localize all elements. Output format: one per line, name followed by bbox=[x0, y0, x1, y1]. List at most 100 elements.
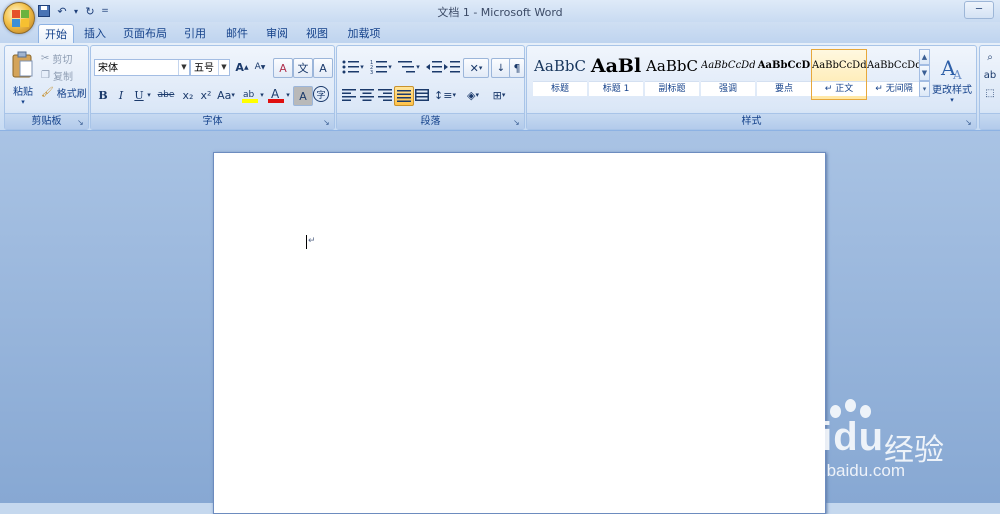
font-name-value: 宋体 bbox=[98, 63, 118, 74]
show-marks-button[interactable]: ¶ bbox=[509, 58, 525, 78]
character-border-button[interactable]: A bbox=[313, 58, 333, 78]
find-icon[interactable]: ⌕ bbox=[982, 50, 998, 64]
cut-button[interactable]: ✂ 剪切 bbox=[41, 50, 72, 66]
style-normal[interactable]: AaBbCcDd ↵ 正文 bbox=[811, 49, 867, 100]
align-left-button[interactable] bbox=[340, 86, 358, 104]
tab-mailings[interactable]: 邮件 bbox=[222, 24, 252, 43]
scroll-down-icon[interactable]: ▼ bbox=[919, 65, 930, 81]
dialog-launcher-icon[interactable]: ↘ bbox=[323, 118, 332, 127]
style-subtitle[interactable]: AaBbC 副标题 bbox=[644, 49, 700, 100]
cut-label: 剪切 bbox=[52, 54, 73, 66]
increase-indent-button[interactable] bbox=[443, 58, 461, 76]
clear-formatting-button[interactable]: A bbox=[273, 58, 293, 78]
tab-references[interactable]: 引用 bbox=[180, 24, 210, 43]
shading-button[interactable]: ◈ ▾ bbox=[461, 86, 485, 104]
paste-dropdown-icon[interactable]: ▾ bbox=[21, 98, 25, 106]
dialog-launcher-icon[interactable]: ↘ bbox=[965, 118, 974, 127]
paragraph-group-label: 段落 bbox=[337, 113, 524, 129]
shrink-font-button[interactable]: A ▼ bbox=[251, 58, 269, 76]
borders-button[interactable]: ⊞ ▾ bbox=[487, 86, 511, 104]
enclose-characters-button[interactable]: 字 bbox=[313, 86, 329, 102]
align-right-icon bbox=[378, 89, 392, 101]
numbering-button[interactable]: 123 ▾ bbox=[368, 58, 394, 76]
office-button[interactable] bbox=[3, 2, 35, 34]
copy-label: 复制 bbox=[52, 71, 73, 83]
font-size-combo[interactable]: 五号 ▼ bbox=[190, 59, 230, 76]
format-painter-button[interactable]: 🖌 格式刷 bbox=[41, 84, 87, 100]
line-spacing-button[interactable]: ↕≡ ▾ bbox=[433, 86, 457, 104]
multilevel-list-icon bbox=[398, 61, 416, 73]
style-heading-1[interactable]: AaBl 标题 1 bbox=[588, 49, 644, 100]
style-preview: AaBbCcDd bbox=[867, 60, 921, 71]
change-styles-button[interactable]: AA 更改样式 ▾ bbox=[930, 48, 974, 110]
style-title[interactable]: AaBbC 标题 bbox=[532, 49, 588, 100]
highlight-dropdown-icon[interactable]: ▾ bbox=[257, 86, 267, 104]
chinese-layout-button[interactable]: ✕ ▾ bbox=[463, 58, 489, 78]
office-logo-pane bbox=[12, 19, 20, 27]
strikethrough-button[interactable]: abe bbox=[155, 86, 177, 104]
customize-qat-icon[interactable]: = bbox=[100, 3, 110, 19]
borders-icon: ⊞ bbox=[492, 88, 502, 102]
styles-gallery-scroll: ▲ ▼ ▾ bbox=[919, 49, 930, 100]
undo-dropdown-icon[interactable]: ▾ bbox=[72, 3, 80, 19]
justify-icon bbox=[397, 90, 411, 102]
copy-icon: ❐ bbox=[41, 69, 50, 81]
character-shading-icon: A bbox=[299, 89, 307, 103]
bullets-button[interactable]: ▾ bbox=[340, 58, 366, 76]
ribbon: 粘贴 ▾ ✂ 剪切 ❐ 复制 🖌 格式刷 剪贴板 ↘ 宋体 ▼ 五号 ▼ A ▲ A ▼ A … bbox=[0, 43, 1000, 131]
tab-addins[interactable]: 加载项 bbox=[344, 24, 384, 43]
save-icon[interactable] bbox=[36, 3, 52, 19]
tab-view[interactable]: 视图 bbox=[302, 24, 332, 43]
tab-home[interactable]: 开始 bbox=[38, 24, 74, 44]
phonetic-guide-button[interactable]: 文 bbox=[293, 58, 313, 78]
document-page[interactable]: ↵ bbox=[213, 152, 826, 514]
style-strong[interactable]: AaBbCcD 要点 bbox=[756, 49, 812, 100]
watermark-logo-text-2: du bbox=[833, 415, 885, 459]
change-case-button[interactable]: Aa ▾ bbox=[215, 86, 237, 104]
align-left-icon bbox=[342, 89, 356, 101]
style-preview: AaBbC bbox=[534, 57, 586, 75]
tab-insert[interactable]: 插入 bbox=[80, 24, 110, 43]
select-icon[interactable]: ⬚ bbox=[982, 86, 998, 100]
italic-button[interactable]: I bbox=[112, 86, 130, 104]
window-controls[interactable]: ─ bbox=[964, 1, 994, 19]
chevron-down-icon[interactable]: ▼ bbox=[218, 60, 229, 75]
svg-text:ab: ab bbox=[243, 90, 255, 100]
justify-button[interactable] bbox=[394, 86, 414, 106]
copy-button[interactable]: ❐ 复制 bbox=[41, 67, 73, 83]
italic-icon: I bbox=[118, 88, 124, 102]
line-spacing-icon: ↕≡ bbox=[434, 88, 453, 102]
paste-button[interactable]: 粘贴 ▾ bbox=[8, 48, 38, 108]
style-preview: AaBbC bbox=[646, 57, 698, 75]
bold-button[interactable]: B bbox=[94, 86, 112, 104]
decrease-indent-button[interactable] bbox=[425, 58, 443, 76]
redo-icon[interactable]: ↻ bbox=[82, 3, 98, 19]
align-right-button[interactable] bbox=[376, 86, 394, 104]
underline-icon: U bbox=[134, 88, 144, 102]
distributed-button[interactable] bbox=[413, 86, 431, 104]
character-shading-button[interactable]: A bbox=[293, 86, 313, 106]
superscript-button[interactable]: x² bbox=[197, 86, 215, 104]
grow-font-button[interactable]: A ▲ bbox=[233, 58, 251, 76]
dialog-launcher-icon[interactable]: ↘ bbox=[513, 118, 522, 127]
underline-dropdown-icon[interactable]: ▾ bbox=[144, 86, 154, 104]
style-preview: AaBbCcDd bbox=[701, 60, 755, 71]
tab-review[interactable]: 审阅 bbox=[262, 24, 292, 43]
chevron-down-icon[interactable]: ▼ bbox=[178, 60, 189, 75]
align-center-button[interactable] bbox=[358, 86, 376, 104]
font-name-combo[interactable]: 宋体 ▼ bbox=[94, 59, 190, 76]
font-color-dropdown-icon[interactable]: ▾ bbox=[283, 86, 293, 104]
subscript-button[interactable]: x₂ bbox=[179, 86, 197, 104]
style-no-spacing[interactable]: AaBbCcDd ↵ 无间隔 bbox=[866, 49, 922, 100]
dialog-launcher-icon[interactable]: ↘ bbox=[77, 118, 86, 127]
scroll-up-icon[interactable]: ▲ bbox=[919, 49, 930, 65]
undo-icon[interactable]: ↶ bbox=[54, 3, 70, 19]
style-emphasis[interactable]: AaBbCcDd 强调 bbox=[700, 49, 756, 100]
change-case-icon: Aa bbox=[217, 88, 232, 102]
gallery-more-icon[interactable]: ▾ bbox=[919, 81, 930, 97]
sort-button[interactable]: ↓ bbox=[491, 58, 511, 78]
tab-page-layout[interactable]: 页面布局 bbox=[120, 24, 170, 43]
replace-icon[interactable]: ab bbox=[982, 68, 998, 82]
multilevel-list-button[interactable]: ▾ bbox=[396, 58, 422, 76]
style-preview: AaBl bbox=[590, 55, 642, 77]
